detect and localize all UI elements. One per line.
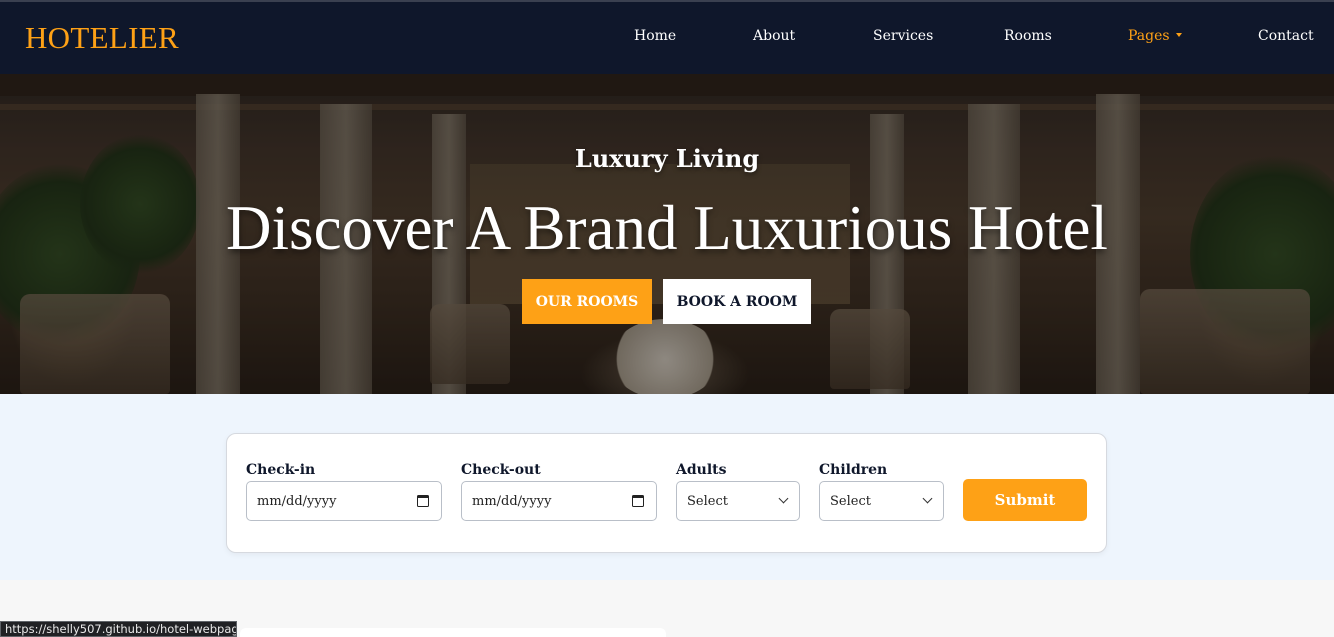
hero-section: Luxury Living Discover A Brand Luxurious… — [0, 74, 1334, 394]
content-card-edge — [240, 628, 666, 637]
hero-title: Discover A Brand Luxurious Hotel — [226, 193, 1108, 263]
brand-logo[interactable]: HOTELIER — [25, 20, 179, 56]
caret-down-icon — [1175, 33, 1182, 37]
children-select-value: Select — [830, 493, 871, 509]
navbar: HOTELIER Home About Services Rooms Pages… — [0, 0, 1334, 74]
nav-home[interactable]: Home — [634, 28, 676, 44]
nav-rooms[interactable]: Rooms — [1004, 28, 1052, 44]
submit-button[interactable]: Submit — [963, 479, 1087, 521]
nav-about[interactable]: About — [753, 28, 795, 44]
checkin-date-value: mm/dd/yyyy — [257, 493, 337, 509]
status-bar-url: https://shelly507.github.io/hotel-webpag… — [0, 621, 237, 637]
adults-select[interactable]: Select — [676, 481, 800, 521]
calendar-icon[interactable] — [632, 495, 644, 507]
chevron-down-icon — [922, 493, 933, 504]
nav-contact[interactable]: Contact — [1258, 28, 1314, 44]
calendar-icon[interactable] — [417, 495, 429, 507]
our-rooms-button[interactable]: OUR ROOMS — [522, 279, 652, 324]
checkout-date-value: mm/dd/yyyy — [472, 493, 552, 509]
booking-form: Check-in mm/dd/yyyy Check-out mm/dd/yyyy… — [226, 433, 1107, 553]
hero-subtitle: Luxury Living — [574, 144, 760, 173]
children-label: Children — [819, 462, 888, 478]
book-a-room-button[interactable]: BOOK A ROOM — [663, 279, 811, 324]
adults-select-value: Select — [687, 493, 728, 509]
children-select[interactable]: Select — [819, 481, 944, 521]
nav-pages-dropdown[interactable]: Pages — [1128, 28, 1182, 44]
nav-services[interactable]: Services — [873, 28, 933, 44]
chevron-down-icon — [778, 493, 789, 504]
checkin-label: Check-in — [246, 462, 316, 478]
checkout-label: Check-out — [461, 462, 541, 478]
checkout-date-input[interactable]: mm/dd/yyyy — [461, 481, 657, 521]
checkin-date-input[interactable]: mm/dd/yyyy — [246, 481, 442, 521]
adults-label: Adults — [676, 462, 727, 478]
nav-pages-label: Pages — [1128, 28, 1170, 44]
